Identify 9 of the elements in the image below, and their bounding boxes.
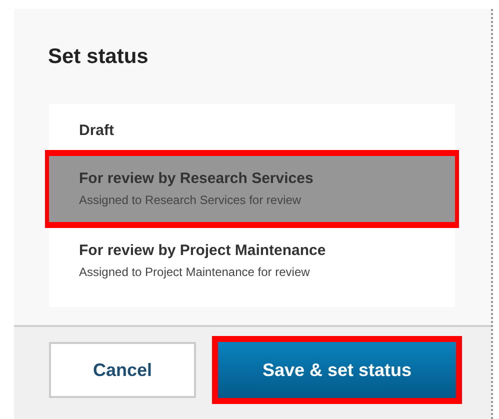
dialog-title: Set status [48, 45, 150, 69]
option-description: Assigned to Project Maintenance for review [79, 264, 311, 281]
option-description: Assigned to Research Services for review [79, 192, 302, 209]
option-label: For review by Research Services [79, 169, 314, 189]
cancel-button[interactable]: Cancel [49, 342, 196, 398]
option-label: Draft [79, 121, 116, 141]
save-button[interactable]: Save & set status [218, 342, 456, 398]
status-option[interactable]: For review by Research Services Assigned to Research Services for review [49, 156, 455, 222]
option-label: For review by Project Maintenance [79, 241, 327, 261]
